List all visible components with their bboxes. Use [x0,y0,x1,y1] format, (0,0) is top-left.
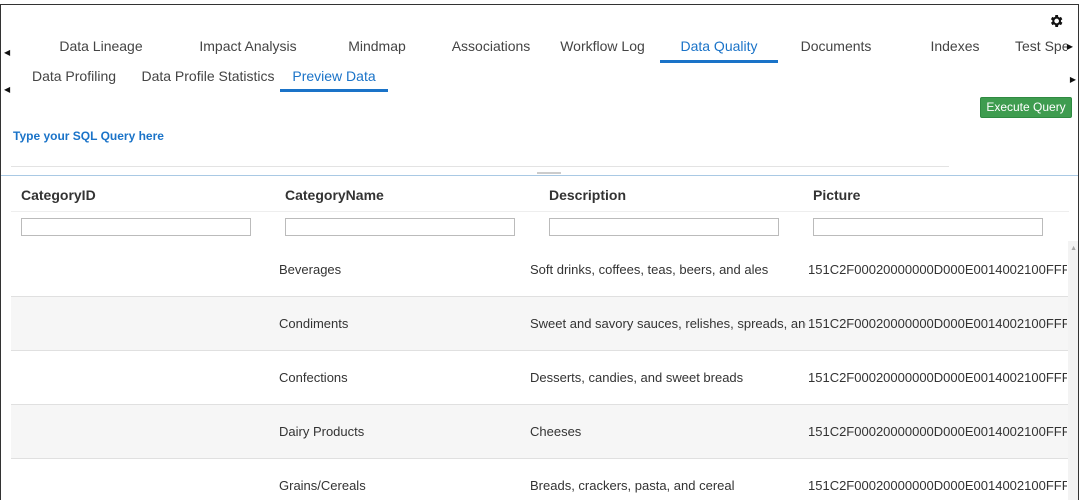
cell-description: Breads, crackers, pasta, and cereal [530,478,735,493]
table-row[interactable]: 5 Grains/Cereals Breads, crackers, pasta… [11,459,1069,500]
tab-data-quality[interactable]: Data Quality [660,37,778,63]
tab-data-profile-statistics[interactable]: Data Profile Statistics [140,67,276,92]
gear-icon[interactable] [1048,13,1064,29]
cell-picture: 151C2F00020000000D000E0014002100FFFF [808,478,1067,493]
results-grid: CategoryID CategoryName Description Pict… [11,177,1069,500]
tabs-scroll-right-icon[interactable]: ▶ [1067,43,1073,51]
filter-input-description[interactable] [549,218,779,236]
column-header-picture[interactable]: Picture [813,187,860,203]
sql-query-editor[interactable]: Type your SQL Query here [11,121,949,167]
sql-query-placeholder: Type your SQL Query here [13,129,164,143]
main-tab-bar: Data Lineage Impact Analysis Mindmap Ass… [1,37,1067,63]
column-header-description[interactable]: Description [549,187,626,203]
tab-data-lineage[interactable]: Data Lineage [59,37,143,63]
tab-test-spec[interactable]: Test Spe [1015,37,1067,63]
column-header-categoryname[interactable]: CategoryName [285,187,384,203]
cell-description: Desserts, candies, and sweet breads [530,370,744,385]
table-row[interactable]: 2 Condiments Sweet and savory sauces, re… [11,297,1069,351]
execute-query-button[interactable]: Execute Query [980,97,1072,118]
scroll-up-icon[interactable]: ▲ [1070,245,1077,252]
tab-indexes[interactable]: Indexes [927,37,983,63]
filter-input-picture[interactable] [813,218,1043,236]
filter-input-categoryid[interactable] [21,218,251,236]
cell-categoryname: Confections [279,370,348,385]
cell-picture: 151C2F00020000000D000E0014002100FFFF [808,424,1067,439]
tab-documents[interactable]: Documents [800,37,872,63]
tab-workflow-log[interactable]: Workflow Log [560,37,645,63]
tab-data-profiling[interactable]: Data Profiling [22,67,126,92]
subtabs-scroll-left-icon[interactable]: ◀ [4,86,10,94]
splitter-grip-icon[interactable] [537,172,561,174]
workspace-panel: ◀ ▶ Data Lineage Impact Analysis Mindmap… [0,4,1079,500]
cell-picture: 151C2F00020000000D000E0014002100FFFF [808,370,1067,385]
cell-categoryname: Grains/Cereals [279,478,366,493]
subtabs-scroll-right-icon[interactable]: ▶ [1070,76,1076,84]
cell-picture: 151C2F00020000000D000E0014002100FFFF [808,316,1067,331]
tab-mindmap[interactable]: Mindmap [348,37,406,63]
column-header-categoryid[interactable]: CategoryID [21,187,96,203]
cell-categoryname: Beverages [279,262,342,277]
cell-picture: 151C2F00020000000D000E0014002100FFFF [808,262,1067,277]
table-row[interactable]: 3 Confections Desserts, candies, and swe… [11,351,1069,405]
cell-description: Soft drinks, coffees, teas, beers, and a… [530,262,769,277]
table-row[interactable]: 4 Dairy Products Cheeses 151C2F000200000… [11,405,1069,459]
cell-categoryname: Dairy Products [279,424,365,439]
tab-impact-analysis[interactable]: Impact Analysis [198,37,298,63]
cell-categoryname: Condiments [279,316,349,331]
header-divider [11,211,1069,212]
table-row[interactable]: 1 Beverages Soft drinks, coffees, teas, … [11,243,1069,297]
filter-input-categoryname[interactable] [285,218,515,236]
tab-preview-data[interactable]: Preview Data [280,67,388,92]
cell-description: Sweet and savory sauces, relishes, sprea… [530,316,806,331]
grid-vertical-scrollbar[interactable] [1068,241,1078,500]
tab-associations[interactable]: Associations [450,37,532,63]
cell-description: Cheeses [530,424,582,439]
pane-splitter[interactable] [1,175,1078,176]
